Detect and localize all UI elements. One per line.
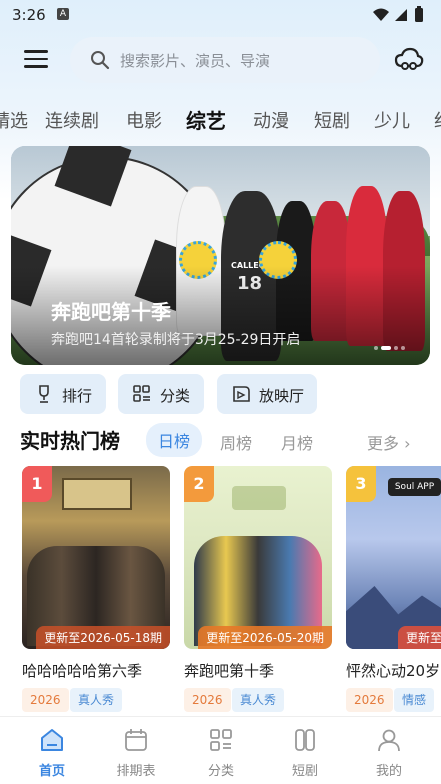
tab-series[interactable]: 连续剧	[45, 107, 99, 133]
tab-anime[interactable]: 动漫	[253, 107, 289, 133]
year-tag: 2026	[346, 688, 393, 712]
year-tag: 2026	[22, 688, 69, 712]
nav-short-drama[interactable]: 短剧	[261, 717, 349, 784]
update-tag: 更新至2026-05-20期	[198, 626, 332, 649]
menu-icon[interactable]	[24, 50, 48, 70]
tab-documentary[interactable]: 纪	[434, 107, 441, 133]
poster-sign	[62, 478, 132, 510]
nav-category[interactable]: 分类	[177, 717, 265, 784]
status-bar: 3:26 A	[0, 0, 441, 30]
banner-title: 奔跑吧第十季	[51, 300, 171, 324]
card-poster: 2 更新至2026-05-20期	[184, 466, 332, 649]
poster-title-art	[232, 486, 286, 510]
ranking-card[interactable]: 2 更新至2026-05-20期 奔跑吧第十季 2026 真人秀	[184, 466, 332, 716]
short-drama-icon	[295, 729, 315, 751]
status-time: 3:26	[12, 6, 46, 24]
search-placeholder: 搜索影片、演员、导演	[120, 52, 271, 70]
tab-short-drama[interactable]: 短剧	[314, 107, 350, 133]
cloud-sync-icon[interactable]	[394, 46, 424, 72]
ranking-card[interactable]: Soul APP 3 更新至 怦然心动20岁 2026 情感	[346, 466, 441, 716]
genre-tag: 真人秀	[70, 688, 123, 712]
theater-label: 放映厅	[259, 387, 305, 405]
ranking-title: 实时热门榜	[20, 429, 120, 453]
rank-badge: 3	[346, 466, 376, 502]
nav-label: 短剧	[291, 764, 318, 779]
calendar-icon	[125, 729, 147, 751]
soul-app-logo: Soul APP	[388, 478, 441, 496]
tab-variety[interactable]: 综艺	[186, 105, 226, 134]
rank-badge: 1	[22, 466, 52, 502]
featured-banner[interactable]: CALLEO 18 奔跑吧第十季 奔跑吧14首轮录制将于3月25-29日开启	[11, 146, 430, 365]
card-poster: 1 更新至2026-05-18期	[22, 466, 170, 649]
status-icons	[373, 6, 423, 22]
tab-daily[interactable]: 日榜	[146, 423, 203, 457]
ranking-button[interactable]: 排行	[20, 374, 106, 414]
home-icon	[41, 729, 63, 751]
more-link[interactable]: 更多 ›	[367, 430, 411, 454]
card-title: 哈哈哈哈哈第六季	[22, 662, 143, 680]
tab-kids[interactable]: 少儿	[374, 107, 410, 133]
tab-movies[interactable]: 电影	[126, 107, 162, 133]
bottom-navigation: 首页 排期表 分类 短剧 我的	[0, 716, 441, 784]
theater-button[interactable]: 放映厅	[217, 374, 317, 414]
category-tabs: 精选 连续剧 电影 综艺 动漫 短剧 少儿 纪	[0, 100, 441, 140]
ranking-card[interactable]: 1 更新至2026-05-18期 哈哈哈哈哈第六季 2026 真人秀	[22, 466, 170, 716]
rank-badge: 2	[184, 466, 214, 502]
profile-icon	[378, 729, 400, 752]
tab-featured[interactable]: 精选	[0, 107, 28, 133]
card-poster: Soul APP 3 更新至	[346, 466, 441, 649]
nav-label: 排期表	[116, 764, 156, 779]
card-title: 奔跑吧第十季	[184, 662, 275, 680]
theater-icon	[233, 386, 250, 402]
nav-label: 分类	[207, 764, 234, 779]
update-tag: 更新至2026-05-18期	[36, 626, 170, 649]
tab-weekly[interactable]: 周榜	[220, 430, 252, 454]
category-icon	[210, 729, 232, 751]
update-tag: 更新至	[398, 626, 441, 649]
card-title: 怦然心动20岁	[346, 662, 441, 680]
notification-icon: A	[57, 8, 69, 20]
ranking-label: 排行	[62, 387, 93, 405]
genre-tag: 情感	[394, 688, 435, 712]
search-icon	[91, 51, 110, 70]
banner-carousel-dots	[374, 346, 414, 352]
tab-monthly[interactable]: 月榜	[281, 430, 313, 454]
genre-tag: 真人秀	[232, 688, 285, 712]
year-tag: 2026	[184, 688, 231, 712]
nav-label: 我的	[375, 764, 402, 779]
ranking-icon	[39, 385, 49, 403]
nav-schedule[interactable]: 排期表	[92, 717, 180, 784]
nav-label: 首页	[38, 764, 65, 779]
nav-profile[interactable]: 我的	[345, 717, 433, 784]
category-button[interactable]: 分类	[118, 374, 204, 414]
search-input[interactable]: 搜索影片、演员、导演	[70, 37, 380, 83]
nav-home[interactable]: 首页	[8, 717, 96, 784]
category-label: 分类	[160, 387, 191, 405]
category-icon	[133, 385, 150, 402]
banner-subtitle: 奔跑吧14首轮录制将于3月25-29日开启	[51, 332, 301, 348]
